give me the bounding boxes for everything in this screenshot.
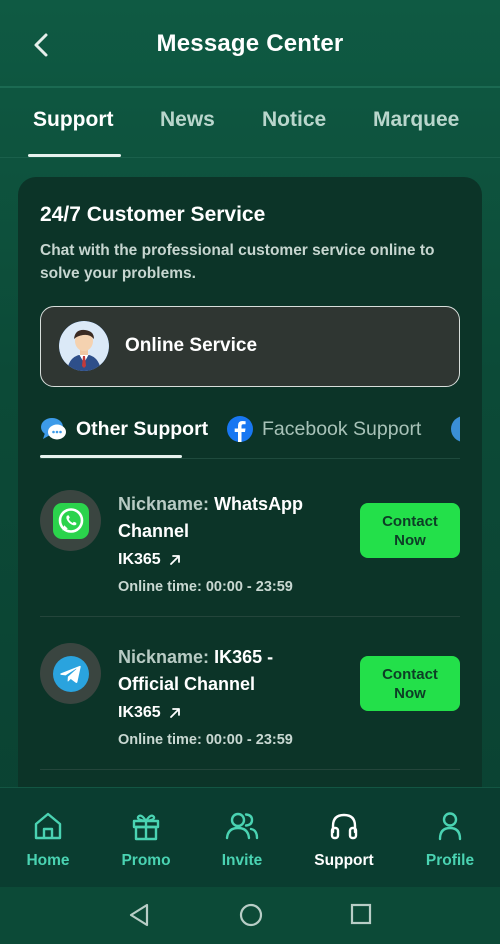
home-icon (34, 812, 62, 840)
support-tabs-divider (40, 458, 460, 459)
nav-home[interactable]: Home (3, 808, 93, 870)
nav-home-label: Home (26, 852, 70, 869)
square-recents-icon (350, 903, 372, 925)
channel-info: Nickname: IK365 - Official Channel IK365… (118, 644, 328, 748)
account-id: IK365 (118, 704, 161, 721)
customer-service-card: 24/7 Customer Service Chat with the prof… (18, 177, 482, 817)
gift-icon (132, 814, 160, 841)
nickname: Nickname: WhatsApp Channel (118, 491, 328, 545)
nav-profile[interactable]: Profile (405, 808, 495, 870)
row-divider (40, 769, 460, 770)
agent-avatar (59, 321, 109, 371)
account-id: IK365 (118, 551, 161, 568)
support-channel-icon (451, 416, 460, 442)
tab-support[interactable]: Support (33, 108, 113, 132)
header: Message Center (0, 0, 500, 88)
triangle-back-icon (129, 903, 149, 927)
channel-info: Nickname: WhatsApp Channel IK365 Online … (118, 491, 328, 595)
nav-support[interactable]: Support (299, 808, 389, 870)
tab-notice[interactable]: Notice (262, 108, 326, 132)
list-item: Nickname: IK365 - Official Channel IK365… (40, 617, 460, 770)
tab-other-support[interactable]: Other Support (40, 415, 208, 443)
telegram-icon (40, 643, 101, 704)
nav-invite[interactable]: Invite (197, 808, 287, 870)
nav-promo-label: Promo (121, 852, 171, 869)
tab-news[interactable]: News (160, 108, 215, 132)
system-recents-button[interactable] (350, 903, 372, 930)
tab-facebook-support[interactable]: Facebook Support (226, 415, 421, 443)
nickname-key: Nickname: (118, 494, 210, 514)
external-link-arrow-icon (169, 555, 180, 565)
contact-now-button[interactable]: Contact Now (360, 503, 460, 558)
account-link[interactable]: IK365 (118, 551, 328, 569)
tab-more-support[interactable] (450, 415, 460, 443)
facebook-icon (227, 416, 253, 442)
support-type-tabs: Other Support Facebook Support (40, 411, 460, 459)
whatsapp-icon (40, 490, 101, 551)
message-tabs: Support News Notice Marquee (0, 88, 500, 158)
tab-other-support-label: Other Support (76, 417, 209, 440)
contact-now-label: Contact Now (382, 665, 438, 702)
online-time: Online time: 00:00 - 23:59 (118, 579, 293, 595)
system-navigation-bar (0, 887, 500, 944)
user-icon (438, 812, 462, 841)
nav-promo[interactable]: Promo (101, 808, 191, 870)
nav-support-label: Support (314, 852, 374, 869)
card-title: 24/7 Customer Service (40, 203, 266, 226)
account-link[interactable]: IK365 (118, 704, 328, 722)
bottom-navigation: Home Promo Invite Support Profile (0, 787, 500, 887)
tab-marquee[interactable]: Marquee (373, 108, 459, 132)
contact-now-label: Contact Now (382, 512, 438, 549)
nickname: Nickname: IK365 - Official Channel (118, 644, 328, 698)
tab-facebook-support-label: Facebook Support (262, 417, 422, 440)
nickname-key: Nickname: (118, 647, 210, 667)
chat-bubbles-icon (41, 418, 66, 440)
contact-now-button[interactable]: Contact Now (360, 656, 460, 711)
headphones-icon (330, 813, 358, 840)
system-back-button[interactable] (128, 903, 150, 932)
app-root: Message Center Support News Notice Marqu… (0, 0, 500, 944)
nav-profile-label: Profile (425, 852, 475, 869)
card-description: Chat with the professional customer serv… (40, 242, 435, 282)
system-home-button[interactable] (239, 903, 263, 932)
users-icon (225, 812, 259, 840)
tabs-divider (0, 157, 500, 158)
page-title: Message Center (156, 30, 344, 57)
online-service-label: Online Service (125, 335, 258, 356)
online-time: Online time: 00:00 - 23:59 (118, 732, 293, 748)
list-item: Nickname: WhatsApp Channel IK365 Online … (40, 464, 460, 617)
online-service-button[interactable]: Online Service (40, 306, 460, 387)
external-link-arrow-icon (169, 708, 180, 718)
nav-invite-label: Invite (221, 852, 263, 869)
circle-home-icon (239, 903, 263, 927)
